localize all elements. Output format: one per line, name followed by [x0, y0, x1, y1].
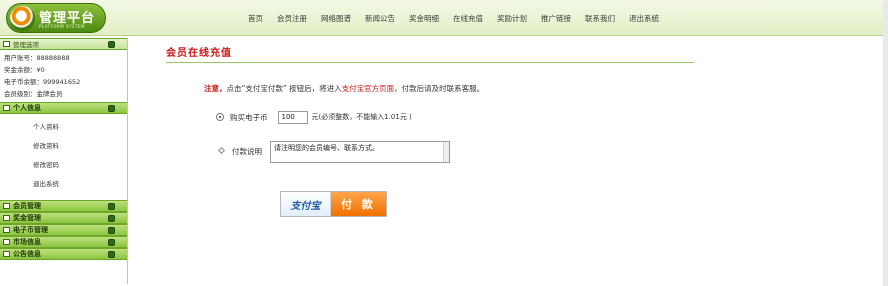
- nav-online-recharge[interactable]: 在线充值: [446, 13, 490, 25]
- nav-home[interactable]: 首页: [248, 13, 270, 25]
- sidebar-header-bonus-manage[interactable]: 奖金管理: [0, 212, 127, 224]
- logo-emblem-icon: [10, 6, 35, 31]
- nav-member-register[interactable]: 会员注册: [270, 13, 314, 25]
- ecoin-balance: 电子币余额：999941652: [4, 78, 81, 86]
- sidebar-item-edit-profile[interactable]: 修改资料: [0, 137, 127, 156]
- description-row: 付款说明 请注明您的会员编号、联系方式。: [217, 141, 450, 163]
- nav-promo-link[interactable]: 推广链接: [534, 13, 578, 25]
- expand-icon[interactable]: [108, 227, 115, 234]
- nav-news[interactable]: 新闻公告: [358, 13, 402, 25]
- folder-icon: [3, 215, 10, 221]
- sidebar-header-notice-info[interactable]: 公告信息: [0, 248, 127, 260]
- collapse-icon[interactable]: [108, 41, 115, 48]
- folder-icon: [3, 41, 10, 47]
- sidebar: 管理选项 用户账号：88888888 奖金余额：¥0 电子币余额：9999416…: [0, 38, 128, 284]
- nav-bonus-details[interactable]: 奖金明细: [402, 13, 446, 25]
- sidebar-header-label: 会员管理: [13, 202, 41, 210]
- sidebar-header-member-manage[interactable]: 会员管理: [0, 200, 127, 212]
- folder-icon: [3, 105, 10, 111]
- diamond-bullet-icon: [217, 146, 226, 155]
- nav-logout[interactable]: 退出系统: [622, 13, 666, 25]
- sidebar-item-logout[interactable]: 退出系统: [0, 175, 127, 194]
- logo: 管理平台 PLATFORM SYSTEM: [6, 3, 106, 33]
- notice-body-end: ，付款后请及时联系客服。: [394, 84, 485, 93]
- textarea-scrollbar[interactable]: [443, 142, 449, 162]
- pay-button-label: 付 款: [331, 192, 386, 216]
- description-label: 付款说明: [232, 147, 262, 156]
- sidebar-header-market-info[interactable]: 市场信息: [0, 236, 127, 248]
- sidebar-header-label: 公告信息: [13, 250, 41, 258]
- alipay-pay-button[interactable]: 支付宝 付 款: [280, 191, 387, 217]
- user-account: 用户账号：88888888: [4, 54, 70, 62]
- sidebar-header-label: 管理选项: [13, 41, 39, 49]
- notice-body: 点击“支付宝付款” 按钮后，将进入: [226, 84, 342, 93]
- sidebar-header-personal[interactable]: 个人信息: [0, 102, 127, 114]
- nav-network-map[interactable]: 网络图谱: [314, 13, 358, 25]
- page-title: 会员在线充值: [166, 48, 232, 59]
- alipay-link[interactable]: 支付宝官方页面: [342, 84, 395, 93]
- sidebar-item-profile[interactable]: 个人资料: [0, 118, 127, 137]
- sidebar-item-change-password[interactable]: 修改密码: [0, 156, 127, 175]
- amount-radio[interactable]: [216, 113, 224, 121]
- collapse-icon[interactable]: [108, 105, 115, 112]
- sidebar-header-manage[interactable]: 管理选项: [0, 38, 127, 50]
- folder-icon: [3, 203, 10, 209]
- sidebar-header-ecoin-manage[interactable]: 电子币管理: [0, 224, 127, 236]
- expand-icon[interactable]: [108, 215, 115, 222]
- amount-row: 购买电子币 元(必须整数，不能输入1.01元 ): [216, 110, 412, 124]
- top-header: 管理平台 PLATFORM SYSTEM 首页 会员注册 网络图谱 新闻公告 奖…: [0, 0, 888, 36]
- alipay-logo: 支付宝: [281, 192, 331, 216]
- sidebar-header-label: 奖金管理: [13, 214, 41, 222]
- folder-icon: [3, 227, 10, 233]
- nav-contact[interactable]: 联系我们: [578, 13, 622, 25]
- description-wrapper: 请注明您的会员编号、联系方式。: [270, 141, 450, 165]
- amount-label: 购买电子币: [230, 112, 268, 122]
- notice-prefix: 注意，: [204, 84, 227, 93]
- notice-text: 注意，点击“支付宝付款” 按钮后，将进入支付宝官方页面，付款后请及时联系客服。: [204, 83, 594, 94]
- amount-input[interactable]: [277, 110, 308, 124]
- main-content: 会员在线充值 注意，点击“支付宝付款” 按钮后，将进入支付宝官方页面，付款后请及…: [146, 38, 888, 284]
- expand-icon[interactable]: [108, 239, 115, 246]
- logo-subtitle: PLATFORM SYSTEM: [39, 24, 85, 29]
- nav-reward-plan[interactable]: 奖励计划: [490, 13, 534, 25]
- user-info-panel: 用户账号：88888888 奖金余额：¥0 电子币余额：999941652 会员…: [0, 50, 127, 102]
- personal-submenu: 个人资料 修改资料 修改密码 退出系统: [0, 114, 127, 200]
- window-edge: [883, 0, 888, 286]
- sidebar-header-label: 电子币管理: [13, 226, 48, 234]
- expand-icon[interactable]: [108, 203, 115, 210]
- sidebar-header-label: 个人信息: [13, 104, 41, 112]
- member-level: 会员级别：金牌会员: [4, 90, 63, 98]
- folder-icon: [3, 251, 10, 257]
- description-textarea[interactable]: 请注明您的会员编号、联系方式。: [270, 141, 450, 163]
- sidebar-header-label: 市场信息: [13, 238, 41, 246]
- bonus-balance: 奖金余额：¥0: [4, 66, 45, 74]
- expand-icon[interactable]: [108, 251, 115, 258]
- main-nav: 首页 会员注册 网络图谱 新闻公告 奖金明细 在线充值 奖励计划 推广链接 联系…: [248, 13, 666, 25]
- amount-unit-hint: 元(必须整数，不能输入1.01元 ): [311, 113, 412, 121]
- title-divider: [166, 62, 694, 63]
- folder-icon: [3, 239, 10, 245]
